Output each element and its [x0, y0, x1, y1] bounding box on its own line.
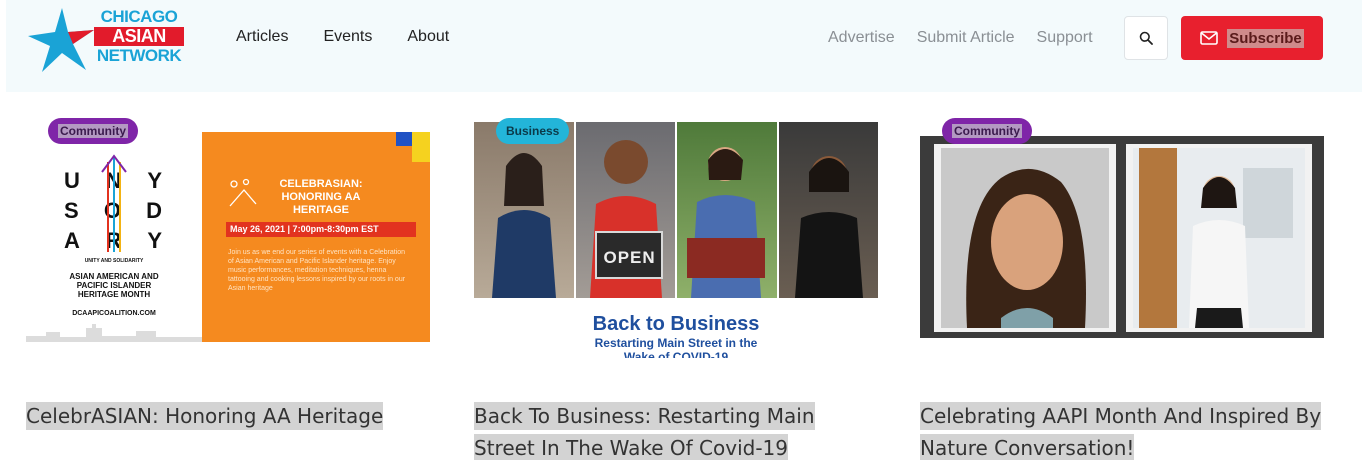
logo-line-3: NETWORK [96, 46, 182, 65]
person-silhouette [492, 153, 556, 298]
caption-main: Back to Business [592, 313, 760, 335]
nav-advertise[interactable]: Advertise [828, 29, 895, 47]
article-title-text[interactable]: Celebrating AAPI Month And Inspired By N… [920, 402, 1322, 460]
coalition-url: DCAAPICOALITION.COM [72, 310, 156, 317]
unity-letter: S [64, 198, 81, 223]
person-silhouette [589, 140, 663, 298]
unity-letter: Y [147, 168, 164, 193]
site-logo[interactable]: CHICAGO ASIAN NETWORK [28, 6, 188, 72]
article-title[interactable]: Celebrating AAPI Month And Inspired By N… [920, 400, 1324, 460]
category-badge[interactable]: Community [942, 118, 1032, 144]
image-caption: Back to Business Restarting Main Street … [474, 312, 878, 358]
unity-figure-graphic [101, 154, 127, 252]
category-badge-label: Community [58, 124, 128, 138]
nav-events[interactable]: Events [323, 28, 372, 46]
unity-letter: A [64, 228, 82, 253]
unity-letter: Y [147, 228, 164, 253]
nav-articles[interactable]: Articles [236, 28, 288, 46]
article-image[interactable]: OPEN Back to Business Restarting Main St… [474, 122, 878, 358]
portrait-right [1126, 144, 1312, 332]
category-badge-label: Community [952, 124, 1022, 138]
site-header: CHICAGO ASIAN NETWORK Articles Events Ab… [6, 0, 1362, 92]
heritage-caption: ASIAN AMERICAN AND PACIFIC ISLANDER HERI… [69, 272, 159, 299]
logo-line-1: CHICAGO [100, 7, 178, 26]
star-logo-icon [28, 8, 94, 72]
open-sign: OPEN [603, 248, 656, 267]
photo-woman-tablet [474, 122, 574, 298]
search-icon [1139, 31, 1153, 45]
unity-poster: U N Y S O D A R Y [26, 132, 202, 342]
nav-about[interactable]: About [407, 28, 449, 46]
article-image[interactable]: U N Y S O D A R Y [26, 132, 430, 342]
article-title-text[interactable]: Back To Business: Restarting Main Street… [474, 402, 815, 460]
article-image[interactable] [920, 136, 1324, 338]
primary-nav: Articles Events About [236, 28, 449, 46]
event-poster: CELEBRASIAN: HONORING AA HERITAGE May 26… [202, 132, 430, 342]
event-date: May 26, 2021 | 7:00pm-8:30pm EST [226, 222, 416, 237]
person-portrait [1133, 148, 1305, 328]
event-title: CELEBRASIAN: HONORING AA HERITAGE [279, 178, 363, 216]
subscribe-button[interactable]: Subscribe [1181, 16, 1323, 60]
photo-woman-arms-crossed [778, 122, 878, 298]
nav-submit-article[interactable]: Submit Article [917, 29, 1015, 47]
photo-collage: OPEN [474, 122, 878, 298]
unity-letter: U [64, 168, 82, 193]
person-silhouette [687, 147, 765, 298]
sparkle-icon [229, 178, 257, 207]
skyline-graphic [26, 324, 202, 342]
unity-letter: D [146, 198, 164, 223]
mail-icon [1200, 31, 1219, 45]
logo-line-2: ASIAN [94, 27, 184, 46]
subscribe-label: Subscribe [1227, 28, 1304, 48]
portrait-left [934, 144, 1116, 332]
article-title[interactable]: Back To Business: Restarting Main Street… [474, 400, 878, 460]
category-badge[interactable]: Business [496, 118, 570, 144]
event-description: Join us as we end our series of events w… [228, 249, 406, 292]
logo-wordmark: CHICAGO ASIAN NETWORK [92, 8, 186, 65]
search-button[interactable] [1124, 16, 1168, 60]
person-silhouette [794, 156, 863, 298]
photo-man-open-sign: OPEN [575, 122, 675, 298]
article-title[interactable]: CelebrASIAN: Honoring AA Heritage [26, 400, 430, 432]
person-portrait [941, 148, 1109, 328]
nav-support[interactable]: Support [1037, 29, 1093, 47]
caption-sub-1: Restarting Main Street in the [594, 336, 758, 350]
portrait-frame [920, 136, 1324, 338]
secondary-nav: Advertise Submit Article Support [828, 29, 1093, 47]
unity-caption: UNITY AND SOLIDARITY [84, 258, 144, 264]
caption-sub-2: Wake of COVID-19 [623, 350, 729, 358]
category-badge[interactable]: Community [48, 118, 138, 144]
poster-corner-graphic [396, 132, 430, 162]
article-title-text[interactable]: CelebrASIAN: Honoring AA Heritage [26, 402, 384, 430]
photo-woman-produce [677, 122, 777, 298]
